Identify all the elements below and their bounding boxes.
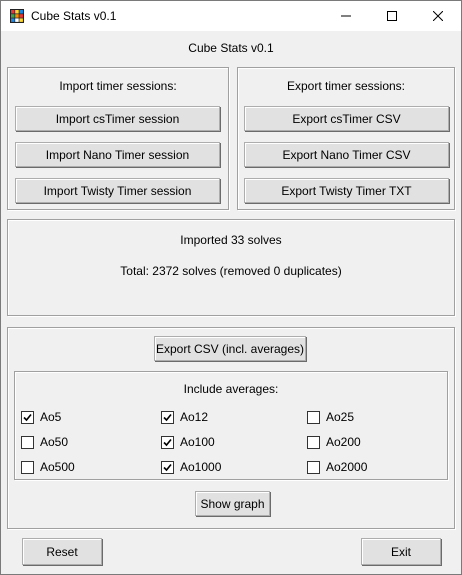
checkmark-icon — [163, 463, 172, 471]
ao1000-label: Ao1000 — [180, 460, 222, 474]
checkmark-icon — [163, 413, 172, 421]
ao200-checkbox[interactable]: Ao200 — [307, 434, 361, 450]
ao100-checkbox[interactable]: Ao100 — [161, 434, 215, 450]
window-title: Cube Stats v0.1 — [31, 9, 117, 23]
export-csv-averages-button[interactable]: Export CSV (incl. averages) — [154, 336, 306, 361]
minimize-button[interactable] — [323, 1, 369, 31]
close-icon — [433, 11, 443, 21]
close-button[interactable] — [415, 1, 461, 31]
ao500-checkbox[interactable]: Ao500 — [21, 459, 75, 475]
title-bar: Cube Stats v0.1 — [1, 1, 461, 31]
ao2000-label: Ao2000 — [326, 460, 368, 474]
checkbox-box[interactable] — [21, 435, 34, 449]
checkbox-box[interactable] — [161, 460, 174, 474]
minimize-icon — [341, 15, 351, 17]
ao5-checkbox[interactable]: Ao5 — [21, 409, 61, 425]
checkbox-box[interactable] — [161, 410, 174, 424]
ao25-label: Ao25 — [326, 410, 355, 424]
ao2000-checkbox[interactable]: Ao2000 — [307, 459, 367, 475]
export-group: Export timer sessions: Export csTimer CS… — [237, 67, 455, 210]
export-group-title: Export timer sessions: — [286, 79, 406, 93]
export-nano-timer-csv-button[interactable]: Export Nano Timer CSV — [244, 142, 449, 167]
checkbox-box[interactable] — [21, 410, 34, 424]
maximize-button[interactable] — [369, 1, 415, 31]
rubiks-cube-icon — [10, 9, 24, 23]
import-twisty-timer-button[interactable]: Import Twisty Timer session — [15, 178, 220, 203]
import-cstimer-button[interactable]: Import csTimer session — [15, 106, 220, 131]
imported-count-text: Imported 33 solves — [180, 233, 282, 247]
ao1000-checkbox[interactable]: Ao1000 — [161, 459, 221, 475]
status-group: Imported 33 solves Total: 2372 solves (r… — [7, 219, 455, 316]
ao5-label: Ao5 — [40, 410, 62, 424]
maximize-icon — [387, 11, 397, 21]
ao25-checkbox[interactable]: Ao25 — [307, 409, 354, 425]
show-graph-button[interactable]: Show graph — [195, 491, 270, 516]
export-cstimer-csv-button[interactable]: Export csTimer CSV — [244, 106, 449, 131]
ao50-checkbox[interactable]: Ao50 — [21, 434, 68, 450]
ao100-label: Ao100 — [180, 435, 215, 449]
exit-button[interactable]: Exit — [361, 538, 441, 565]
import-group-title: Import timer sessions: — [59, 79, 177, 93]
include-averages-group: Include averages: Ao5 Ao12 Ao25 Ao50 Ao1… — [14, 371, 448, 480]
export-twisty-timer-txt-button[interactable]: Export Twisty Timer TXT — [244, 178, 449, 203]
reset-button[interactable]: Reset — [22, 538, 102, 565]
include-averages-title: Include averages: — [183, 382, 279, 396]
ao50-label: Ao50 — [40, 435, 69, 449]
ao12-label: Ao12 — [180, 410, 209, 424]
ao200-label: Ao200 — [326, 435, 361, 449]
app-heading: Cube Stats v0.1 — [188, 41, 274, 55]
import-nano-timer-button[interactable]: Import Nano Timer session — [15, 142, 220, 167]
checkbox-box[interactable] — [307, 435, 320, 449]
checkbox-box[interactable] — [307, 410, 320, 424]
checkbox-box[interactable] — [21, 460, 34, 474]
ao500-label: Ao500 — [40, 460, 75, 474]
app-window: Cube Stats v0.1 Cube Stats v0.1 Import t… — [0, 0, 462, 575]
checkbox-box[interactable] — [307, 460, 320, 474]
averages-group: Export CSV (incl. averages) Include aver… — [7, 327, 455, 529]
checkmark-icon — [163, 438, 172, 446]
total-solves-text: Total: 2372 solves (removed 0 duplicates… — [120, 264, 342, 278]
ao12-checkbox[interactable]: Ao12 — [161, 409, 208, 425]
checkmark-icon — [23, 413, 32, 421]
import-group: Import timer sessions: Import csTimer se… — [7, 67, 229, 210]
checkbox-box[interactable] — [161, 435, 174, 449]
